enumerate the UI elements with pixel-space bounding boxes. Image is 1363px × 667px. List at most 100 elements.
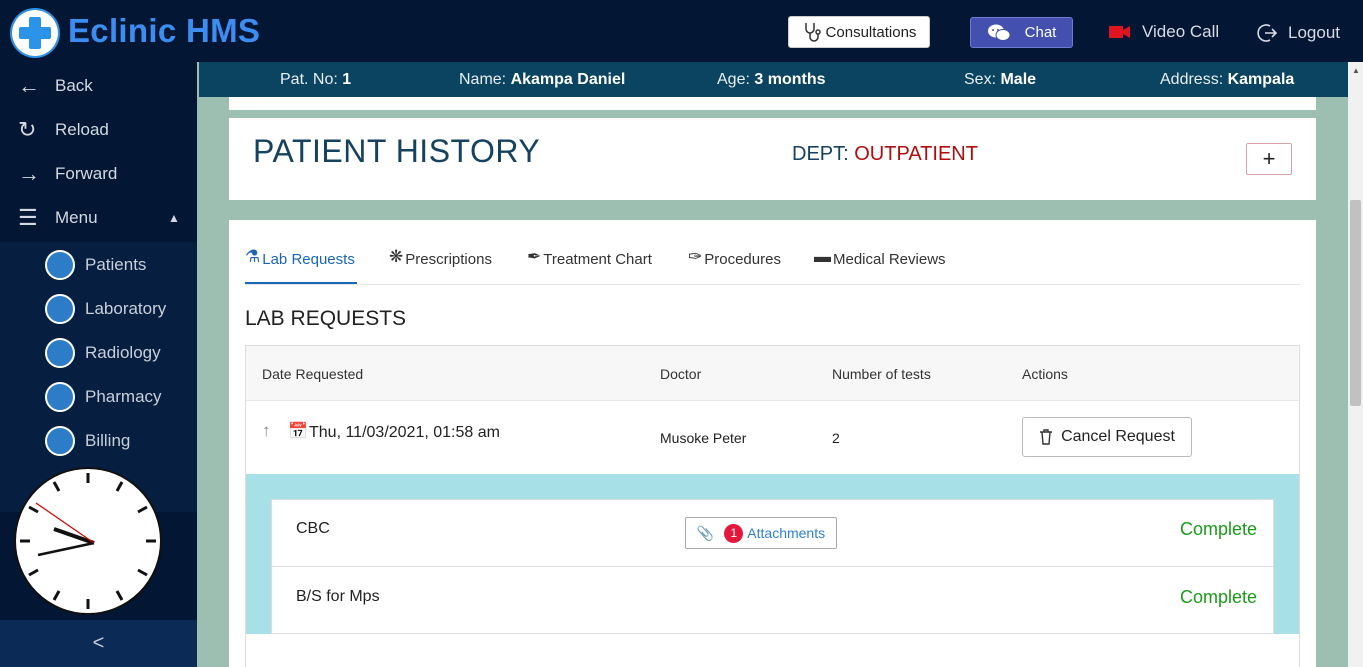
arrow-left-icon: ← [18, 73, 40, 98]
page-scrollbar[interactable]: ▲ [1348, 62, 1363, 667]
sidebar-item-laboratory[interactable]: Laboratory [0, 287, 197, 331]
arrow-right-icon: → [18, 161, 40, 186]
top-bar: Eclinic HMS Consultations Chat Video Cal… [0, 0, 1363, 62]
tab-medical-reviews[interactable]: ▬ Medical Reviews [814, 248, 946, 284]
sidebar: ← Back ↻ Reload → Forward ☰ Menu ▲ Patie… [0, 62, 197, 667]
patient-info-bar: Pat. No: 1 Name: Akampa Daniel Age: 3 mo… [199, 62, 1349, 97]
reload-icon: ↻ [18, 117, 37, 142]
page-title: PATIENT HISTORY [253, 133, 541, 169]
lab-requests-card: ⚗ Lab Requests ❋ Prescriptions ✒ Treatme… [229, 220, 1316, 667]
forward-nav-item[interactable]: → Forward [0, 152, 197, 196]
syringe-icon: ✒ [527, 247, 542, 266]
sidebar-item-radiology[interactable]: Radiology [0, 331, 197, 375]
sidebar-item-label: Pharmacy [85, 387, 162, 406]
card-strip [229, 97, 1316, 110]
tab-label: Prescriptions [405, 251, 492, 268]
attachments-label: Attachments [747, 525, 826, 541]
tab-treatment-chart[interactable]: ✒ Treatment Chart [527, 247, 652, 284]
sidebar-item-label: Radiology [85, 343, 161, 362]
chevron-up-icon: ▲ [168, 211, 180, 225]
stethoscope-icon [804, 23, 821, 42]
sidebar-item-label: Laboratory [85, 299, 167, 318]
patient-address-label: Address: [1160, 71, 1224, 88]
pills-icon: ❋ [389, 247, 404, 266]
pills-icon [45, 382, 75, 412]
video-call-label: Video Call [1142, 22, 1220, 41]
request-doctor: Musoke Peter [660, 430, 747, 446]
test-name: CBC [296, 520, 330, 537]
scroll-thumb[interactable] [1350, 200, 1361, 406]
patient-age-value: 3 months [754, 71, 826, 88]
logout-label: Logout [1288, 23, 1340, 42]
wechat-icon [987, 24, 1011, 41]
history-tabs: ⚗ Lab Requests ❋ Prescriptions ✒ Treatme… [245, 245, 1300, 285]
chevron-left-icon: < [92, 632, 105, 654]
video-call-link[interactable]: Video Call [1108, 22, 1219, 42]
microscope-icon: ⚗ [245, 247, 261, 266]
test-status: Complete [1179, 519, 1257, 539]
logout-icon [1257, 24, 1278, 42]
table-row[interactable]: ↑ 📅 Thu, 11/03/2021, 01:58 am Musoke Pet… [246, 401, 1299, 474]
consultations-button[interactable]: Consultations [788, 16, 930, 48]
sidebar-item-patients[interactable]: Patients [0, 243, 197, 287]
scroll-up-arrow-icon[interactable]: ▲ [1352, 66, 1360, 75]
cancel-request-label: Cancel Request [1061, 428, 1175, 445]
video-camera-icon [1109, 26, 1130, 38]
attachments-button[interactable]: 📎 1 Attachments [685, 517, 837, 549]
patient-sex: Sex: Male [964, 71, 1036, 89]
patient-name-label: Name: [459, 71, 507, 88]
patient-number-label: Pat. No: [280, 71, 338, 88]
patient-sex-label: Sex: [964, 71, 997, 88]
hamburger-icon: ☰ [18, 205, 38, 230]
sidebar-item-label: Patients [85, 255, 147, 274]
heartbeat-icon [45, 338, 75, 368]
expand-arrow-up-icon[interactable]: ↑ [262, 421, 271, 441]
calendar-icon: 📅 [288, 423, 308, 440]
scalpel-icon: ✑ [688, 247, 703, 266]
chat-button[interactable]: Chat [970, 17, 1073, 48]
patient-number: Pat. No: 1 [280, 71, 351, 89]
patient-address-value: Kampala [1227, 71, 1295, 88]
dept-value: OUTPATIENT [854, 143, 978, 165]
cancel-request-button[interactable]: Cancel Request [1022, 417, 1192, 457]
billing-icon [45, 426, 75, 456]
tab-label: Lab Requests [262, 251, 355, 268]
tab-lab-requests[interactable]: ⚗ Lab Requests [245, 247, 357, 284]
column-header-doctor: Doctor [660, 366, 702, 382]
patients-icon [45, 250, 75, 280]
column-header-actions: Actions [1022, 366, 1068, 382]
patient-name-value: Akampa Daniel [510, 71, 626, 88]
sidebar-item-billing[interactable]: Billing [0, 419, 197, 463]
clock-face-icon [20, 473, 156, 609]
menu-label: Menu [55, 208, 98, 227]
reload-nav-item[interactable]: ↻ Reload [0, 108, 197, 152]
logout-link[interactable]: Logout [1256, 22, 1340, 44]
tab-prescriptions[interactable]: ❋ Prescriptions [389, 247, 492, 284]
paperclip-icon: 📎 [696, 524, 715, 541]
patient-age: Age: 3 months [717, 71, 826, 89]
back-label: Back [55, 76, 93, 95]
back-nav-item[interactable]: ← Back [0, 64, 197, 108]
sidebar-item-pharmacy[interactable]: Pharmacy [0, 375, 197, 419]
sidebar-collapse-button[interactable]: < [0, 620, 197, 667]
patient-sex-value: Male [1000, 71, 1037, 88]
add-history-button[interactable]: + [1246, 143, 1292, 175]
table-header: Date Requested Doctor Number of tests Ac… [246, 346, 1299, 401]
reload-label: Reload [55, 120, 109, 139]
consultations-label: Consultations [825, 23, 917, 41]
menu-toggle[interactable]: ☰ Menu ▲ [0, 196, 197, 240]
lab-requests-heading: LAB REQUESTS [245, 307, 407, 330]
forward-label: Forward [55, 164, 118, 183]
test-name: B/S for Mps [296, 588, 380, 605]
chat-label: Chat [1024, 24, 1057, 41]
trash-icon [1040, 429, 1053, 445]
tab-label: Treatment Chart [543, 251, 652, 268]
app-title: Eclinic HMS [68, 12, 261, 49]
medical-cross-logo-icon [12, 10, 58, 56]
patient-address: Address: Kampala [1160, 71, 1294, 89]
lab-requests-table: Date Requested Doctor Number of tests Ac… [245, 345, 1300, 667]
microscope-icon [45, 294, 75, 324]
tab-procedures[interactable]: ✑ Procedures [688, 247, 781, 284]
tab-label: Medical Reviews [833, 251, 946, 268]
tab-label: Procedures [704, 251, 781, 268]
